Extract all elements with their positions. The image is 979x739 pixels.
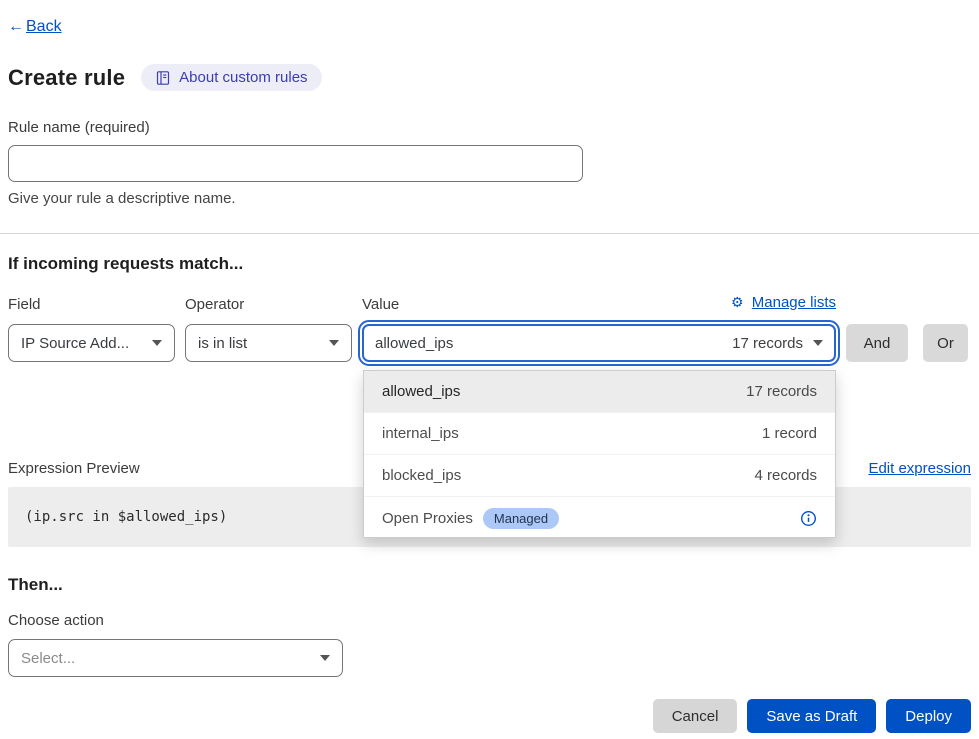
chevron-down-icon [813, 340, 823, 346]
manage-lists-row: ⚙ Manage lists [362, 294, 836, 311]
list-item-name: internal_ips [382, 425, 762, 442]
list-item-records: 17 records [746, 383, 817, 400]
book-icon [155, 70, 171, 86]
operator-label: Operator [185, 296, 352, 316]
managed-badge: Managed [483, 508, 559, 529]
value-select-records: 17 records [732, 335, 803, 352]
operator-select-value: is in list [198, 335, 319, 352]
field-label: Field [8, 296, 175, 316]
save-as-draft-button[interactable]: Save as Draft [747, 699, 876, 733]
title-row: Create rule About custom rules [8, 64, 971, 91]
then-heading: Then... [8, 575, 971, 595]
back-link-row: ←Back [8, 18, 971, 36]
rule-name-input[interactable] [8, 145, 583, 182]
list-item-records: 1 record [762, 425, 817, 442]
back-arrow-icon: ← [8, 18, 24, 35]
list-item-records: 4 records [754, 467, 817, 484]
back-link[interactable]: ←Back [8, 18, 62, 35]
lists-dropdown: allowed_ips 17 records internal_ips 1 re… [363, 370, 836, 538]
field-select[interactable]: IP Source Add... [8, 324, 175, 362]
action-select-placeholder: Select... [21, 650, 310, 667]
and-button[interactable]: And [846, 324, 908, 362]
info-icon[interactable] [800, 510, 817, 527]
field-column: Field IP Source Add... [8, 296, 175, 362]
back-link-label: Back [26, 18, 62, 35]
expression-preview-label: Expression Preview [8, 460, 140, 477]
footer-actions: Cancel Save as Draft Deploy [8, 699, 971, 733]
action-select[interactable]: Select... [8, 639, 343, 677]
choose-action-label: Choose action [8, 612, 971, 629]
list-item-blocked-ips[interactable]: blocked_ips 4 records [364, 455, 835, 497]
rule-name-label: Rule name (required) [8, 119, 971, 136]
chevron-down-icon [152, 340, 162, 346]
list-item-name: allowed_ips [382, 383, 746, 400]
manage-lists-link[interactable]: Manage lists [752, 294, 836, 311]
gear-icon: ⚙ [731, 294, 744, 310]
edit-expression-link[interactable]: Edit expression [868, 460, 971, 477]
deploy-button[interactable]: Deploy [886, 699, 971, 733]
value-select[interactable]: allowed_ips 17 records [362, 324, 836, 362]
page-title: Create rule [8, 65, 125, 91]
condition-row: Field IP Source Add... Operator is in li… [8, 296, 971, 362]
or-button[interactable]: Or [923, 324, 968, 362]
rule-name-helper: Give your rule a descriptive name. [8, 190, 971, 207]
match-heading: If incoming requests match... [8, 254, 971, 274]
section-divider [0, 233, 979, 234]
list-item-name: Open Proxies [382, 510, 473, 527]
about-custom-rules-label: About custom rules [179, 69, 307, 86]
expression-code: (ip.src in $allowed_ips) [25, 509, 227, 525]
chevron-down-icon [320, 655, 330, 661]
chevron-down-icon [329, 340, 339, 346]
cancel-button[interactable]: Cancel [653, 699, 738, 733]
list-item-name: blocked_ips [382, 467, 754, 484]
list-item-internal-ips[interactable]: internal_ips 1 record [364, 413, 835, 455]
value-select-value: allowed_ips [375, 335, 722, 352]
list-item-open-proxies[interactable]: Open Proxies Managed [364, 497, 835, 539]
create-rule-page: ←Back Create rule About custom rules Rul… [0, 18, 979, 739]
operator-select[interactable]: is in list [185, 324, 352, 362]
operator-column: Operator is in list [185, 296, 352, 362]
list-item-allowed-ips[interactable]: allowed_ips 17 records [364, 371, 835, 413]
field-select-value: IP Source Add... [21, 335, 142, 352]
about-custom-rules-badge[interactable]: About custom rules [141, 64, 321, 91]
